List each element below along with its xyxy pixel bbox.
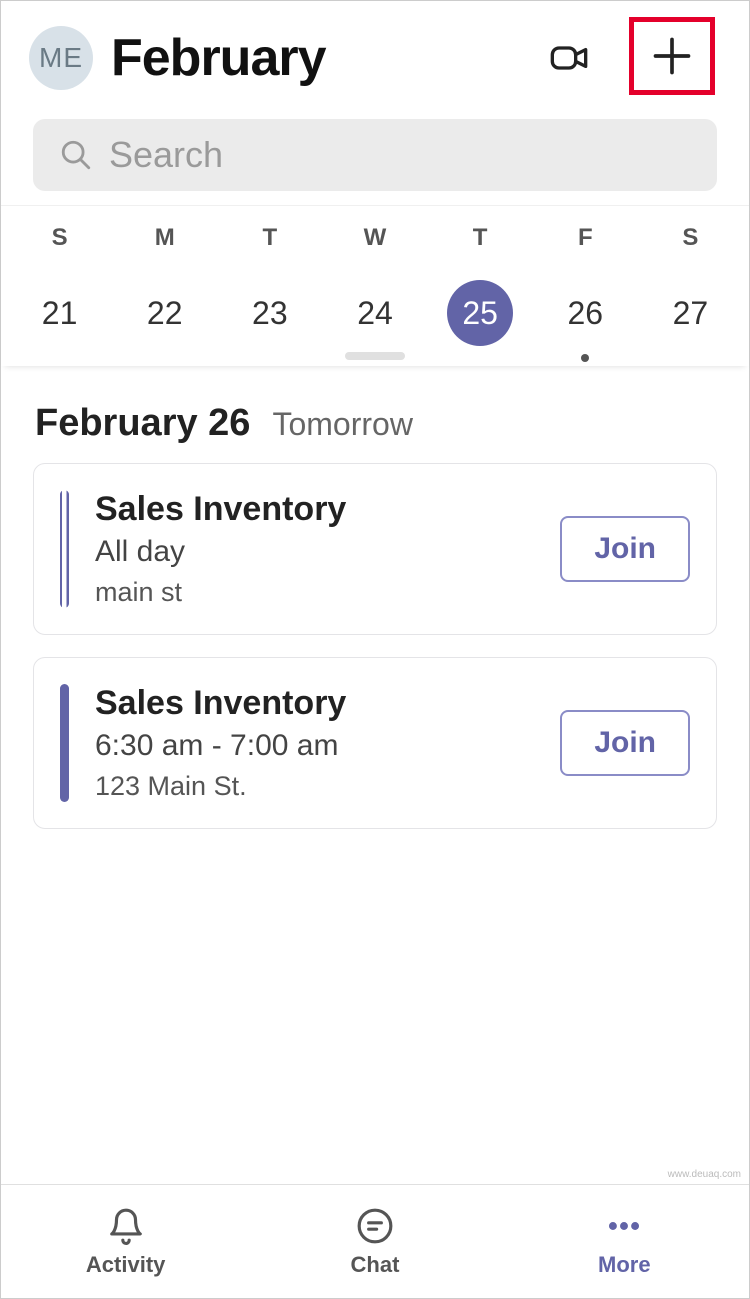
day-number: 21: [27, 280, 93, 346]
join-button[interactable]: Join: [560, 516, 690, 582]
nav-chat-label: Chat: [351, 1252, 400, 1278]
search-input[interactable]: [109, 134, 691, 176]
day-col[interactable]: T 23: [217, 224, 322, 346]
event-location: main st: [95, 577, 534, 608]
nav-activity[interactable]: Activity: [1, 1185, 250, 1298]
event-location: 123 Main St.: [95, 771, 534, 802]
day-number: 24: [342, 280, 408, 346]
event-time: 6:30 am - 7:00 am: [95, 729, 534, 763]
nav-more[interactable]: More: [500, 1185, 749, 1298]
day-col[interactable]: M 22: [112, 224, 217, 346]
day-number: 22: [132, 280, 198, 346]
day-number: 23: [237, 280, 303, 346]
add-event-button[interactable]: [648, 32, 696, 80]
event-time: All day: [95, 535, 534, 569]
chat-icon: [356, 1207, 394, 1245]
add-event-highlight: [629, 17, 715, 95]
event-info: Sales Inventory 6:30 am - 7:00 am 123 Main…: [95, 684, 534, 802]
nav-chat[interactable]: Chat: [250, 1185, 499, 1298]
day-col[interactable]: T 25: [428, 224, 533, 346]
day-letter: T: [473, 224, 488, 252]
event-accent-bar: [60, 684, 69, 802]
day-col[interactable]: F 26: [533, 224, 638, 346]
day-col[interactable]: S 27: [638, 224, 743, 346]
event-title: Sales Inventory: [95, 490, 534, 529]
event-title: Sales Inventory: [95, 684, 534, 723]
day-letter: F: [578, 224, 593, 252]
event-card[interactable]: Sales Inventory 6:30 am - 7:00 am 123 Main…: [33, 657, 717, 829]
avatar[interactable]: ME: [29, 26, 93, 90]
watermark: www.deuaq.com: [668, 1169, 741, 1180]
event-list: Sales InventoryAll daymain stJoinSales I…: [1, 463, 749, 829]
plus-icon: [650, 34, 694, 78]
day-number: 26: [552, 280, 618, 346]
day-letter: T: [263, 224, 278, 252]
nav-more-label: More: [598, 1252, 651, 1278]
day-letter: M: [155, 224, 175, 252]
bottom-nav: Activity Chat More: [1, 1184, 749, 1298]
search-bar[interactable]: [33, 119, 717, 191]
bell-icon: [107, 1207, 145, 1245]
day-number: 25: [447, 280, 513, 346]
agenda-section-header: February 26 Tomorrow: [1, 366, 749, 463]
day-letter: W: [364, 224, 387, 252]
nav-activity-label: Activity: [86, 1252, 165, 1278]
search-icon: [59, 138, 93, 172]
join-button[interactable]: Join: [560, 710, 690, 776]
day-col[interactable]: S 21: [7, 224, 112, 346]
video-icon: [549, 38, 589, 78]
event-info: Sales Inventory All day main st: [95, 490, 534, 608]
day-letter: S: [52, 224, 68, 252]
header-actions: [545, 19, 715, 97]
day-number: 27: [657, 280, 723, 346]
app-header: ME February: [1, 1, 749, 111]
meet-now-button[interactable]: [545, 34, 593, 82]
agenda-date: February 26: [35, 402, 250, 445]
event-card[interactable]: Sales Inventory All day main st Join: [33, 463, 717, 635]
agenda-relative: Tomorrow: [272, 406, 412, 443]
day-letter: S: [682, 224, 698, 252]
drag-handle[interactable]: [345, 352, 405, 360]
page-title: February: [111, 28, 527, 88]
day-col[interactable]: W 24: [322, 224, 427, 346]
more-icon: [605, 1207, 643, 1245]
event-accent-bar: [60, 490, 69, 608]
week-strip: S 21 M 22 T 23 W 24 T 25 F 26 S 27: [1, 205, 749, 366]
